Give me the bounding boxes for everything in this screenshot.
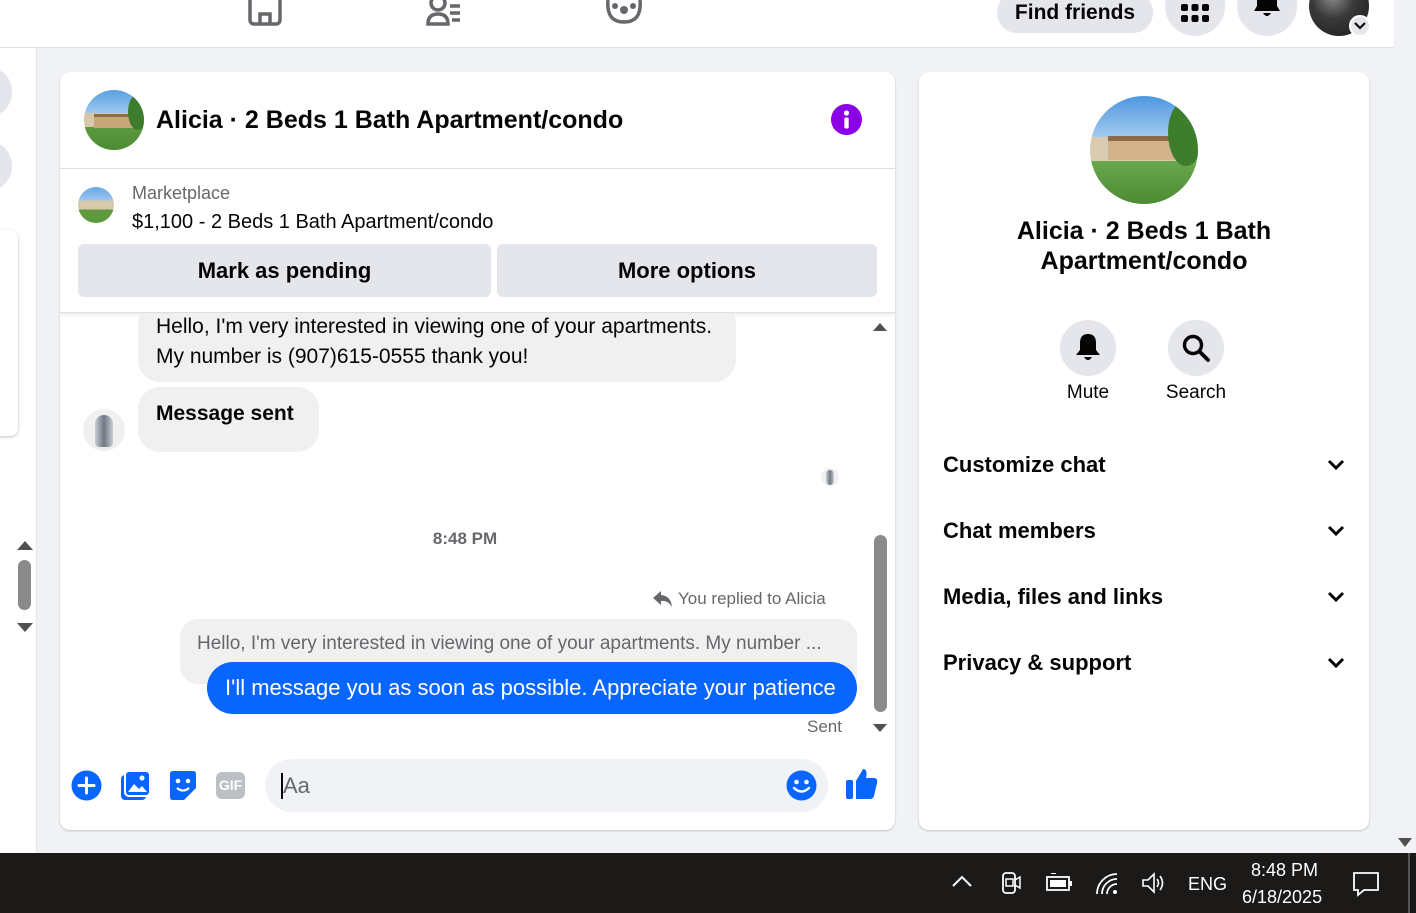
page-scroll-down-arrow-icon[interactable] bbox=[1397, 836, 1413, 848]
like-thumbs-up-icon[interactable] bbox=[845, 767, 879, 801]
message-text: Hello, I'm very interested in viewing on… bbox=[156, 315, 713, 368]
received-message-bubble[interactable]: Message sent bbox=[138, 387, 319, 452]
windows-taskbar: ENG 8:48 PM 6/18/2025 bbox=[0, 853, 1416, 913]
find-friends-label: Find friends bbox=[1014, 0, 1136, 24]
profile-title: Alicia · 2 Beds 1 Bath Apartment/condo bbox=[1016, 217, 1272, 275]
media-files-links-section[interactable]: Media, files and links bbox=[943, 577, 1345, 617]
sidebar-scroll-up-arrow-icon[interactable] bbox=[16, 539, 34, 551]
left-sidebar-strip bbox=[0, 48, 37, 853]
battery-icon[interactable] bbox=[1045, 873, 1073, 893]
thread-scrollbar-thumb[interactable] bbox=[874, 535, 887, 712]
more-options-label: More options bbox=[617, 257, 757, 283]
message-timestamp: 8:48 PM bbox=[432, 529, 498, 548]
sidebar-shortcut[interactable] bbox=[0, 68, 12, 116]
wifi-icon[interactable] bbox=[1095, 872, 1121, 896]
section-label: Customize chat bbox=[943, 452, 1106, 477]
mark-as-pending-button[interactable]: Mark as pending bbox=[78, 244, 491, 297]
profile-photo[interactable] bbox=[1090, 96, 1198, 204]
customize-chat-section[interactable]: Customize chat bbox=[943, 445, 1345, 485]
clock-date[interactable]: 6/18/2025 bbox=[1242, 887, 1322, 908]
conversation-info-panel: Alicia · 2 Beds 1 Bath Apartment/condo M… bbox=[919, 72, 1369, 830]
privacy-support-section[interactable]: Privacy & support bbox=[943, 643, 1345, 683]
sent-status: Sent bbox=[807, 717, 842, 736]
sidebar-shortcut[interactable] bbox=[0, 142, 12, 190]
photo-icon[interactable] bbox=[120, 770, 151, 801]
section-label: Media, files and links bbox=[943, 584, 1164, 609]
more-options-button[interactable]: More options bbox=[497, 244, 877, 297]
mark-as-pending-label: Mark as pending bbox=[197, 257, 372, 283]
sidebar-panel bbox=[0, 230, 18, 436]
section-label: Chat members bbox=[943, 518, 1096, 543]
top-navigation-bar: Find friends bbox=[0, 0, 1394, 48]
search-label: Search bbox=[1165, 382, 1227, 403]
search-button[interactable] bbox=[1168, 320, 1224, 376]
home-icon[interactable] bbox=[246, 0, 284, 26]
chevron-down-icon bbox=[1327, 459, 1345, 471]
sender-avatar[interactable] bbox=[83, 409, 125, 451]
received-message-bubble[interactable]: Hello, I'm very interested in viewing on… bbox=[138, 314, 736, 382]
mute-label: Mute bbox=[1066, 382, 1110, 403]
mute-button[interactable] bbox=[1060, 320, 1116, 376]
chevron-down-icon bbox=[1327, 591, 1345, 603]
show-desktop-edge[interactable] bbox=[1408, 853, 1410, 913]
volume-icon[interactable] bbox=[1141, 872, 1167, 894]
sidebar-scroll-down-arrow-icon[interactable] bbox=[16, 622, 34, 634]
emoji-icon[interactable] bbox=[786, 770, 817, 801]
show-hidden-icons-chevron-icon[interactable] bbox=[951, 874, 973, 888]
notifications-button[interactable] bbox=[1237, 0, 1297, 36]
message-composer-bar: GIF Aa bbox=[60, 752, 895, 830]
input-language[interactable]: ENG bbox=[1188, 874, 1227, 895]
find-friends-button[interactable]: Find friends bbox=[997, 0, 1153, 33]
chat-window: Alicia · 2 Beds 1 Bath Apartment/condo M… bbox=[60, 72, 895, 830]
marketplace-label: Marketplace bbox=[132, 183, 231, 203]
listing-price-title[interactable]: $1,100 - 2 Beds 1 Bath Apartment/condo bbox=[132, 211, 493, 234]
message-input-field[interactable]: Aa bbox=[265, 759, 828, 812]
clock-time[interactable]: 8:48 PM bbox=[1251, 860, 1318, 881]
action-center-icon[interactable] bbox=[1352, 871, 1380, 897]
notifications-bell-icon bbox=[1254, 0, 1280, 16]
quoted-text: Hello, I'm very interested in viewing on… bbox=[197, 633, 822, 654]
search-icon bbox=[1182, 334, 1210, 362]
reply-indicator: You replied to Alicia bbox=[653, 589, 826, 609]
message-thread: Hello, I'm very interested in viewing on… bbox=[60, 314, 895, 744]
info-icon bbox=[843, 110, 850, 129]
sticker-icon[interactable] bbox=[168, 770, 198, 801]
account-avatar[interactable] bbox=[1309, 0, 1371, 37]
chat-title[interactable]: Alicia · 2 Beds 1 Bath Apartment/condo bbox=[156, 106, 623, 135]
sent-message-text: I'll message you as soon as possible. Ap… bbox=[225, 675, 836, 700]
section-label: Privacy & support bbox=[943, 650, 1132, 675]
chevron-down-icon bbox=[1327, 657, 1345, 669]
thread-scroll-down-arrow-icon[interactable] bbox=[872, 722, 888, 734]
meet-now-icon[interactable] bbox=[1000, 871, 1022, 895]
chevron-down-icon bbox=[1327, 525, 1345, 537]
message-text: Message sent bbox=[156, 402, 294, 425]
chat-avatar[interactable] bbox=[84, 90, 144, 150]
menu-grid-icon bbox=[1181, 4, 1209, 22]
friends-icon[interactable] bbox=[424, 0, 464, 26]
reply-label: You replied to Alicia bbox=[678, 589, 826, 608]
read-receipt-avatar bbox=[821, 468, 839, 486]
thread-scroll-up-arrow-icon[interactable] bbox=[872, 321, 888, 333]
bell-icon bbox=[1076, 334, 1100, 360]
account-chevron-icon[interactable] bbox=[1349, 15, 1371, 37]
sent-message-bubble[interactable]: I'll message you as soon as possible. Ap… bbox=[207, 662, 857, 714]
groups-icon[interactable] bbox=[604, 0, 644, 26]
message-input-placeholder: Aa bbox=[283, 773, 310, 798]
listing-thumbnail[interactable] bbox=[78, 187, 114, 223]
conversation-info-button[interactable] bbox=[831, 104, 862, 135]
menu-button[interactable] bbox=[1165, 0, 1225, 36]
chat-header: Alicia · 2 Beds 1 Bath Apartment/condo bbox=[60, 72, 895, 169]
add-attachment-icon[interactable] bbox=[71, 770, 102, 801]
marketplace-listing-banner: Marketplace $1,100 - 2 Beds 1 Bath Apart… bbox=[60, 169, 895, 313]
reply-arrow-icon bbox=[653, 591, 672, 607]
sidebar-scrollbar-thumb[interactable] bbox=[18, 560, 31, 610]
chat-members-section[interactable]: Chat members bbox=[943, 511, 1345, 551]
gif-icon[interactable]: GIF bbox=[216, 772, 245, 799]
